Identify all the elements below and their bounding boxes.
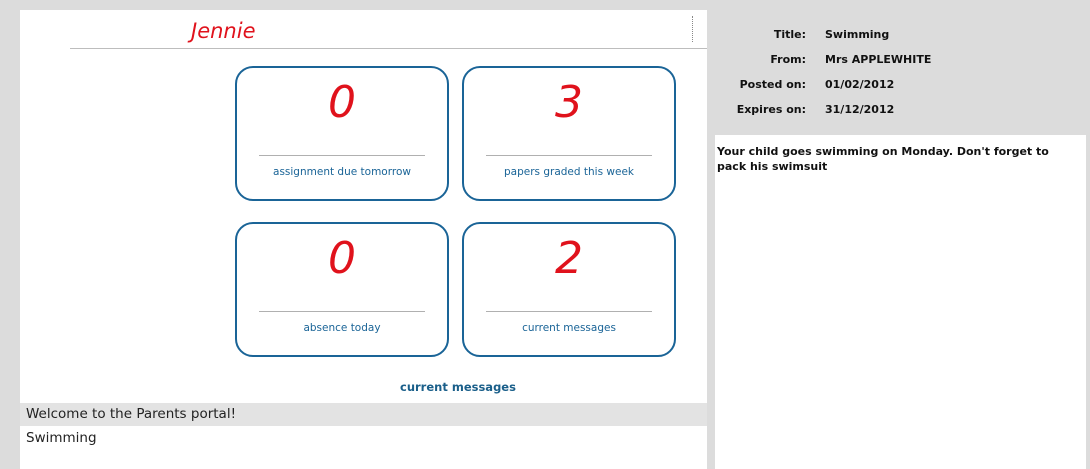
detail-posted-label: Posted on:: [739, 78, 806, 91]
detail-title-label: Title:: [773, 28, 806, 41]
detail-from-row: From: Mrs APPLEWHITE: [715, 51, 1086, 69]
main-panel: Jennie 0 assignment due tomorrow 3 paper…: [20, 10, 707, 469]
student-header: Jennie: [70, 10, 707, 49]
student-name[interactable]: Jennie: [191, 18, 256, 44]
tile-current-messages[interactable]: 2 current messages: [462, 222, 676, 357]
tile-label: assignment due tomorrow: [273, 166, 411, 178]
welcome-text: Welcome to the Parents portal!: [26, 406, 236, 422]
message-list: Swimming: [20, 426, 707, 469]
detail-title-row: Title: Swimming: [715, 26, 1086, 44]
tile-divider: [259, 155, 425, 156]
tile-divider: [486, 155, 652, 156]
tile-label: absence today: [303, 322, 381, 334]
detail-posted-value: 01/02/2012: [825, 78, 895, 91]
tile-count: 3: [555, 77, 583, 128]
current-messages-link[interactable]: current messages: [400, 380, 516, 394]
tile-papers-graded[interactable]: 3 papers graded this week: [462, 66, 676, 201]
message-list-item[interactable]: Swimming: [26, 430, 97, 447]
detail-from-label: From:: [770, 53, 806, 66]
message-detail-header: Title: Swimming From: Mrs APPLEWHITE Pos…: [715, 10, 1086, 135]
detail-expires-value: 31/12/2012: [825, 103, 895, 116]
tile-assignments-due[interactable]: 0 assignment due tomorrow: [235, 66, 449, 201]
tile-count: 0: [328, 233, 356, 284]
header-divider: [692, 16, 695, 42]
tile-label: current messages: [522, 322, 616, 334]
detail-expires-label: Expires on:: [736, 103, 806, 116]
tile-count: 0: [328, 77, 356, 128]
tile-label: papers graded this week: [504, 166, 634, 178]
tile-count: 2: [555, 233, 583, 284]
message-body: Your child goes swimming on Monday. Don'…: [717, 145, 1049, 173]
detail-posted-row: Posted on: 01/02/2012: [715, 76, 1086, 94]
tile-divider: [259, 311, 425, 312]
detail-expires-row: Expires on: 31/12/2012: [715, 101, 1086, 119]
detail-from-value: Mrs APPLEWHITE: [825, 53, 932, 66]
tile-absence-today[interactable]: 0 absence today: [235, 222, 449, 357]
detail-title-value: Swimming: [825, 28, 890, 41]
message-detail-panel: Title: Swimming From: Mrs APPLEWHITE Pos…: [715, 10, 1086, 469]
welcome-bar: Welcome to the Parents portal!: [20, 403, 707, 426]
tile-divider: [486, 311, 652, 312]
